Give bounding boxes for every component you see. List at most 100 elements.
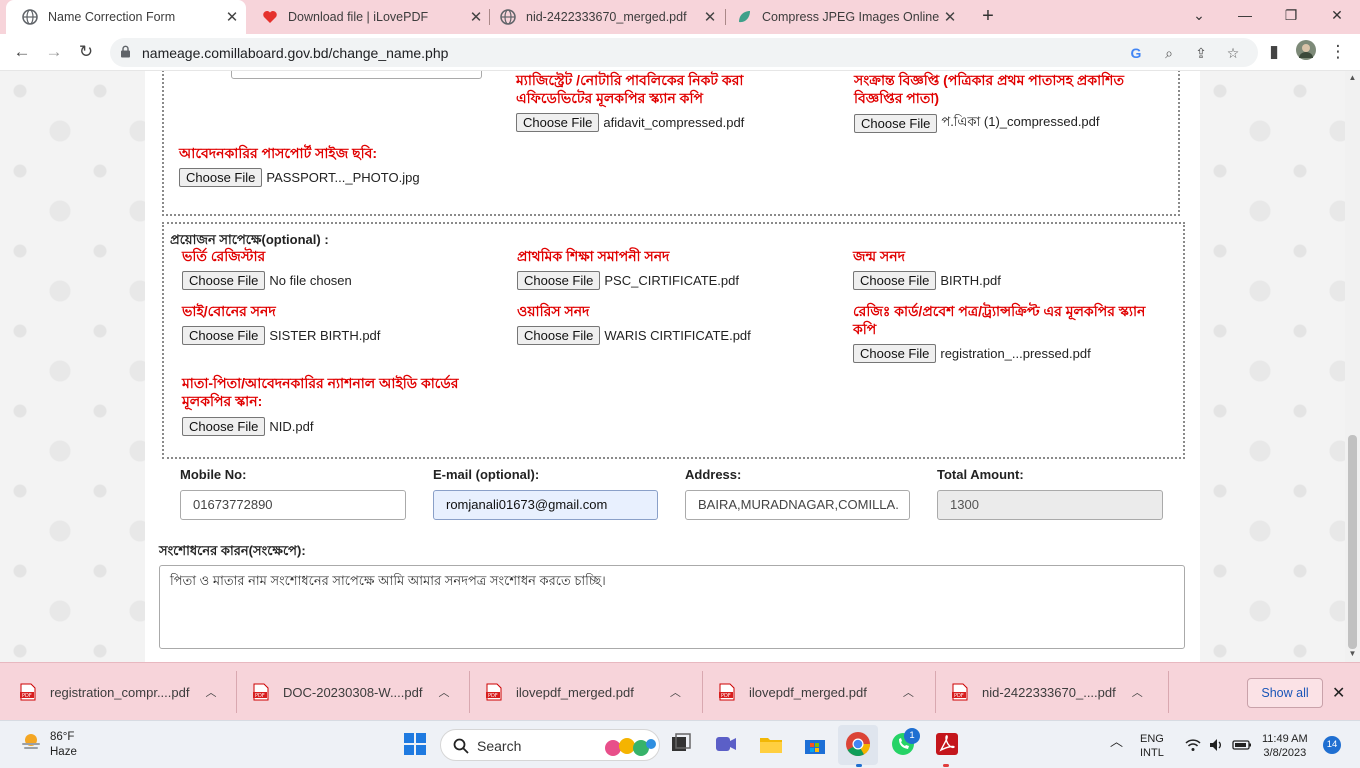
- share-icon[interactable]: ⇪: [1191, 43, 1211, 63]
- registration-card-file-input[interactable]: Choose File registration_...pressed.pdf: [853, 344, 1091, 363]
- close-icon[interactable]: ✕: [940, 8, 960, 26]
- scroll-up-icon[interactable]: ▲: [1345, 73, 1360, 82]
- choose-file-button[interactable]: Choose File: [516, 113, 600, 132]
- microsoft-store-icon[interactable]: [802, 731, 828, 757]
- choose-file-button[interactable]: Choose File: [179, 168, 263, 187]
- menu-kebab-icon[interactable]: ⋮: [1326, 40, 1350, 64]
- chrome-icon[interactable]: [845, 731, 871, 757]
- sibling-certificate-file-input[interactable]: Choose File SISTER BIRTH.pdf: [182, 326, 380, 345]
- show-all-downloads-button[interactable]: Show all: [1247, 678, 1323, 708]
- avatar[interactable]: [1294, 40, 1318, 64]
- reason-textarea[interactable]: পিতা ও মাতার নাম সংশোধনের সাপেক্ষে আমি আ…: [159, 565, 1185, 649]
- heir-certificate-label: ওয়ারিস সনদ: [517, 303, 590, 319]
- sibling-certificate-label: ভাই/বোনের সনদ: [182, 303, 276, 319]
- tab-ilovepdf[interactable]: Download file | iLovePDF ✕: [246, 0, 490, 34]
- tab-nid-pdf[interactable]: nid-2422333670_merged.pdf ✕: [484, 0, 724, 34]
- close-icon[interactable]: ✕: [1332, 683, 1345, 703]
- choose-file-button[interactable]: Choose File: [853, 271, 937, 290]
- forward-button[interactable]: →: [42, 40, 66, 64]
- close-icon[interactable]: ✕: [466, 8, 486, 26]
- email-input[interactable]: romjanali01673@gmail.com: [433, 490, 658, 520]
- notice-file-input[interactable]: Choose File প.এিকা (1)_compressed.pdf: [854, 113, 1100, 134]
- close-icon[interactable]: ✕: [700, 8, 720, 26]
- scroll-down-icon[interactable]: ▼: [1345, 649, 1360, 658]
- chevron-up-icon[interactable]: ︿: [670, 684, 681, 700]
- back-button[interactable]: ←: [10, 40, 34, 64]
- battery-icon[interactable]: [1232, 736, 1252, 754]
- windows-start-icon[interactable]: [402, 731, 428, 757]
- file-name: PASSPORT..._PHOTO.jpg: [266, 170, 420, 185]
- choose-file-button[interactable]: Choose File: [182, 326, 266, 345]
- page-viewport: ম্যাজিস্ট্রেট /নোটারি পাবলিকের নিকট করা …: [0, 71, 1345, 662]
- address-input[interactable]: BAIRA,MURADNAGAR,COMILLA.: [685, 490, 910, 520]
- language-text: ENG: [1140, 733, 1164, 745]
- volume-icon[interactable]: [1208, 736, 1226, 754]
- zoom-icon[interactable]: ⌕: [1159, 43, 1179, 63]
- download-separator: [469, 671, 470, 713]
- choose-file-button[interactable]: Choose File: [853, 344, 937, 363]
- file-name: WARIS CIRTIFICATE.pdf: [604, 328, 751, 343]
- window-close-button[interactable]: ✕: [1314, 0, 1360, 32]
- chevron-up-icon[interactable]: ︿: [1132, 684, 1143, 700]
- psc-certificate-label: প্রাথমিক শিক্ষা সমাপনী সনদ: [517, 248, 670, 264]
- svg-text:PDF: PDF: [488, 693, 498, 699]
- new-tab-button[interactable]: +: [976, 4, 1000, 28]
- file-explorer-icon[interactable]: [758, 731, 784, 757]
- svg-text:PDF: PDF: [954, 693, 964, 699]
- download-item[interactable]: PDF nid-2422333670_....pdf ︿: [952, 678, 1143, 706]
- task-view-icon[interactable]: [668, 731, 694, 757]
- choose-file-button[interactable]: Choose File: [182, 417, 266, 436]
- tab-strip: Name Correction Form ✕ Download file | i…: [0, 0, 1360, 34]
- psc-certificate-file-input[interactable]: Choose File PSC_CIRTIFICATE.pdf: [517, 271, 739, 290]
- download-item[interactable]: PDF registration_compr....pdf ︿: [20, 678, 216, 706]
- close-icon[interactable]: ✕: [222, 8, 242, 26]
- download-item[interactable]: PDF ilovepdf_merged.pdf ︿: [719, 678, 914, 706]
- language-indicator[interactable]: ENG INTL: [1140, 732, 1164, 760]
- choose-file-button[interactable]: Choose File: [517, 326, 601, 345]
- chevron-up-icon[interactable]: ︿: [438, 684, 449, 700]
- notification-count-badge[interactable]: 14: [1323, 736, 1341, 754]
- pdf-file-icon: PDF: [952, 683, 968, 701]
- download-item[interactable]: PDF DOC-20230308-W....pdf ︿: [253, 678, 449, 706]
- choose-file-button[interactable]: Choose File: [182, 271, 266, 290]
- search-icon: [453, 738, 469, 754]
- nid-file-input[interactable]: Choose File NID.pdf: [182, 417, 313, 436]
- chevron-up-icon[interactable]: ︿: [903, 684, 914, 700]
- maximize-button[interactable]: ❐: [1268, 0, 1314, 32]
- choose-file-button[interactable]: Choose File: [854, 114, 938, 133]
- mobile-input[interactable]: 01673772890: [180, 490, 406, 520]
- address-bar[interactable]: nameage.comillaboard.gov.bd/change_name.…: [110, 38, 1258, 67]
- tab-compress-jpeg[interactable]: Compress JPEG Images Online ✕: [720, 0, 964, 34]
- tab-search-chevron-icon[interactable]: ⌄: [1176, 0, 1222, 32]
- svg-text:PDF: PDF: [255, 693, 265, 699]
- pdf-file-icon: PDF: [253, 683, 269, 701]
- wifi-icon[interactable]: [1184, 736, 1202, 754]
- page-scrollbar[interactable]: ▲ ▼: [1345, 71, 1360, 662]
- bookmark-star-icon[interactable]: ☆: [1223, 43, 1243, 63]
- reload-button[interactable]: ↻: [74, 40, 98, 64]
- side-panel-icon[interactable]: ▮: [1262, 40, 1286, 64]
- birth-certificate-file-input[interactable]: Choose File BIRTH.pdf: [853, 271, 1001, 290]
- heir-certificate-file-input[interactable]: Choose File WARIS CIRTIFICATE.pdf: [517, 326, 751, 345]
- minimize-button[interactable]: —: [1222, 0, 1268, 32]
- haze-weather-icon[interactable]: [20, 731, 42, 753]
- taskbar-search-box[interactable]: Search: [440, 729, 660, 761]
- scrollbar-thumb[interactable]: [1348, 435, 1357, 649]
- tab-title: Name Correction Form: [48, 10, 176, 24]
- acrobat-icon[interactable]: [934, 731, 960, 757]
- cut-off-input[interactable]: [231, 71, 482, 79]
- choose-file-button[interactable]: Choose File: [517, 271, 601, 290]
- download-item[interactable]: PDF ilovepdf_merged.pdf ︿: [486, 678, 681, 706]
- admission-register-file-input[interactable]: Choose File No file chosen: [182, 271, 352, 290]
- affidavit-file-input[interactable]: Choose File afidavit_compressed.pdf: [516, 113, 744, 132]
- download-filename: ilovepdf_merged.pdf: [749, 684, 867, 700]
- meet-video-icon[interactable]: [713, 731, 739, 757]
- google-icon[interactable]: G: [1126, 43, 1146, 63]
- weather-widget[interactable]: 86°F Haze: [50, 730, 77, 760]
- tab-name-correction-form[interactable]: Name Correction Form ✕: [6, 0, 246, 34]
- chevron-up-icon[interactable]: ︿: [205, 684, 216, 700]
- clock[interactable]: 11:49 AM 3/8/2023: [1262, 732, 1308, 760]
- tray-chevron-up-icon[interactable]: ︿: [1110, 735, 1123, 749]
- passport-photo-file-input[interactable]: Choose File PASSPORT..._PHOTO.jpg: [179, 168, 420, 187]
- email-label: E-mail (optional):: [433, 467, 540, 482]
